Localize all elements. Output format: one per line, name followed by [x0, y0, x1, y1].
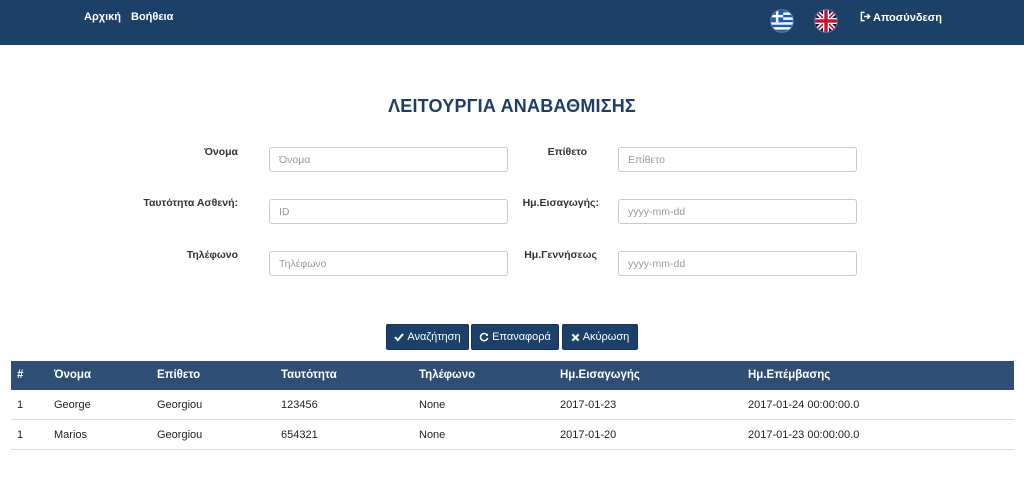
header-phone: Τηλέφωνο	[419, 369, 476, 381]
phone-label: Τηλέφωνο	[186, 249, 238, 261]
close-icon	[571, 333, 580, 342]
header-id: Ταυτότητα	[281, 369, 337, 381]
header-admission-date: Ημ.Εισαγωγής	[560, 369, 640, 381]
nav-home-link[interactable]: Αρχική	[84, 11, 121, 23]
cell-first-name: George	[54, 399, 91, 411]
search-button[interactable]: Αναζήτηση	[386, 324, 469, 350]
first-name-input[interactable]	[269, 147, 508, 172]
cell-first-name: Marios	[54, 429, 88, 441]
logout-label: Αποσύνδεση	[873, 12, 942, 24]
header-first-name: Όνομα	[54, 369, 92, 381]
greece-flag-icon[interactable]	[771, 10, 793, 32]
header-index: #	[17, 369, 24, 381]
top-navbar: Αρχική Βοήθεια Αποσύνδεση	[0, 0, 1024, 45]
logout-link[interactable]: Αποσύνδεση	[860, 11, 942, 25]
cell-surgery-date: 2017-01-24 00:00:00.0	[748, 399, 860, 411]
last-name-label: Επίθετο	[547, 146, 587, 158]
phone-input[interactable]	[269, 251, 508, 276]
patient-id-label: Ταυτότητα Ασθενή:	[143, 197, 238, 209]
cell-surgery-date: 2017-01-23 00:00:00.0	[748, 429, 860, 441]
table-row[interactable]: 1 George Georgiou 123456 None 2017-01-23…	[11, 390, 1014, 420]
check-icon	[394, 332, 405, 342]
header-last-name: Επίθετο	[157, 369, 201, 381]
nav-help-link[interactable]: Βοήθεια	[131, 11, 173, 23]
cell-admission-date: 2017-01-20	[560, 429, 617, 441]
cell-phone: None	[419, 399, 446, 411]
cancel-button-label: Ακύρωση	[582, 331, 630, 343]
reset-button[interactable]: Επαναφορά	[471, 324, 559, 350]
refresh-icon	[479, 332, 489, 342]
logout-icon	[860, 11, 871, 25]
search-button-label: Αναζήτηση	[407, 331, 461, 343]
cancel-button[interactable]: Ακύρωση	[562, 324, 638, 350]
header-surgery-date: Ημ.Επέμβασης	[748, 369, 831, 381]
cell-index: 1	[17, 429, 24, 441]
admission-date-label: Ημ.Εισαγωγής:	[522, 197, 599, 209]
results-table: # Όνομα Επίθετο Ταυτότητα Τηλέφωνο Ημ.Ει…	[11, 361, 1014, 450]
cell-last-name: Georgiou	[157, 429, 203, 441]
birth-date-label: Ημ.Γεννήσεως	[524, 249, 597, 261]
reset-button-label: Επαναφορά	[492, 331, 551, 343]
cell-id: 123456	[281, 399, 318, 411]
last-name-input[interactable]	[618, 147, 857, 172]
cell-phone: None	[419, 429, 446, 441]
cell-index: 1	[17, 399, 24, 411]
first-name-label: Όνομα	[204, 146, 238, 158]
admission-date-input[interactable]	[618, 199, 857, 224]
table-header: # Όνομα Επίθετο Ταυτότητα Τηλέφωνο Ημ.Ει…	[11, 361, 1014, 390]
cell-admission-date: 2017-01-23	[560, 399, 617, 411]
cell-id: 654321	[281, 429, 318, 441]
page-title: ΛΕΙΤΟΥΡΓΙΑ ΑΝΑΒΑΘΜΙΣΗΣ	[388, 96, 636, 116]
cell-last-name: Georgiou	[157, 399, 203, 411]
table-row[interactable]: 1 Marios Georgiou 654321 None 2017-01-20…	[11, 420, 1014, 450]
patient-id-input[interactable]	[269, 199, 508, 224]
birth-date-input[interactable]	[618, 251, 857, 276]
uk-flag-icon[interactable]	[815, 10, 837, 32]
